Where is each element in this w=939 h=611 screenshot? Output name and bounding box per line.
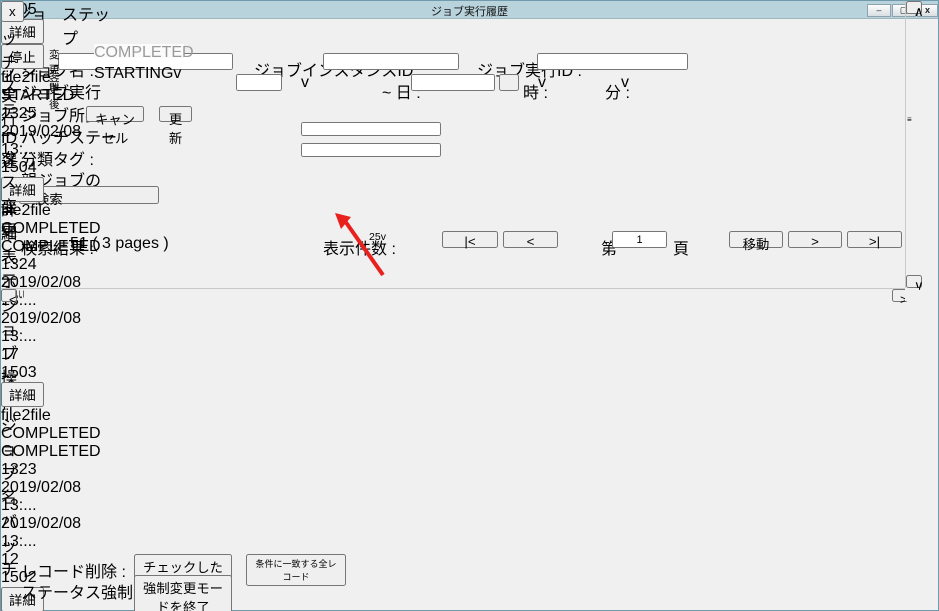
- minimize-button[interactable]: –: [867, 4, 891, 17]
- scroll-up-icon[interactable]: ∧: [906, 1, 922, 14]
- next-page-button[interactable]: >: [788, 231, 842, 248]
- job-exec-id-cell: 1503: [1, 364, 101, 382]
- hour-select[interactable]: v: [538, 74, 601, 91]
- application-window: ジョブ実行履歴 – ▢ x ジョブ ステップ ジョブ名 : ジョブインスタンスI…: [0, 0, 939, 611]
- page-size-select[interactable]: 25v: [369, 231, 435, 248]
- annotation-box-update-button: [149, 99, 202, 127]
- scroll-down-icon[interactable]: ∨: [906, 275, 922, 288]
- first-page-button[interactable]: |<: [442, 231, 498, 248]
- detail-cell: 詳細: [1, 382, 101, 407]
- chevron-down-icon: v: [381, 231, 386, 243]
- instance-id-cell: 1323: [1, 461, 101, 479]
- batch-status-input[interactable]: [301, 122, 441, 136]
- exit-status-cell: COMPLETED: [1, 443, 101, 461]
- window-frame: ジョブ実行履歴 – ▢ x ジョブ ステップ ジョブ名 : ジョブインスタンスI…: [0, 0, 939, 611]
- calendar-icon[interactable]: [499, 74, 519, 91]
- start-time-cell: 2019/02/08 13:...: [1, 479, 101, 515]
- vertical-scrollbar[interactable]: ∧ ≡ ∨: [905, 1, 919, 288]
- chevron-down-icon: v: [301, 74, 309, 91]
- chevron-down-icon: v: [621, 74, 629, 91]
- scrollbar-corner: [905, 288, 919, 301]
- exec-date-from-select[interactable]: v: [301, 74, 376, 91]
- page-suffix-label: 頁: [673, 235, 689, 259]
- detail-button[interactable]: 詳細: [1, 382, 44, 407]
- after-label: 変更後: [49, 67, 60, 112]
- batch-status-link[interactable]: COMPLETED: [1, 425, 101, 442]
- dialog-title: バッチステータス変更: [1, 1, 17, 241]
- go-page-button[interactable]: 移動: [729, 231, 783, 248]
- prev-page-button[interactable]: <: [503, 231, 558, 248]
- batch-status-cell: COMPLETED: [1, 425, 101, 443]
- end-time-cell: 2019/02/08 13:...: [1, 515, 101, 551]
- window-title: ジョブ実行履歴: [1, 3, 938, 19]
- job-name-cell: file2file: [1, 407, 101, 425]
- delete-all-matching-button[interactable]: 条件に一致する全レコード: [246, 554, 346, 586]
- job-instance-id-input[interactable]: [323, 53, 459, 70]
- tag-input[interactable]: [301, 143, 441, 157]
- dialog-close-icon[interactable]: x: [1, 1, 24, 22]
- last-page-button[interactable]: >|: [847, 231, 902, 248]
- instance-id-cell: 1324: [1, 256, 101, 274]
- table-row: 1503詳細file2fileCOMPLETEDCOMPLETED1323201…: [1, 364, 101, 569]
- cancel-button[interactable]: キャンセル: [86, 106, 144, 122]
- duration-cell: 17: [1, 346, 101, 364]
- horizontal-scrollbar[interactable]: < | | | >: [1, 288, 905, 301]
- minute-select[interactable]: v: [621, 74, 684, 91]
- end-time-cell: 2019/02/08 13:...: [1, 310, 101, 346]
- annotation-box-dialog-fields: [79, 39, 192, 84]
- annotation-box-force-change: [7, 570, 245, 597]
- job-exec-id-input[interactable]: [537, 53, 688, 70]
- vertical-scroll-thumb[interactable]: ≡: [907, 91, 919, 151]
- exit-status-link[interactable]: COMPLETED: [1, 443, 101, 460]
- exec-date-from-input[interactable]: [236, 74, 282, 91]
- exec-date-to-input[interactable]: [411, 74, 495, 91]
- annotation-box-table-status: [303, 268, 388, 298]
- chevron-down-icon: v: [538, 74, 546, 91]
- page-number-input[interactable]: [612, 231, 667, 248]
- titlebar: ジョブ実行履歴: [1, 1, 938, 19]
